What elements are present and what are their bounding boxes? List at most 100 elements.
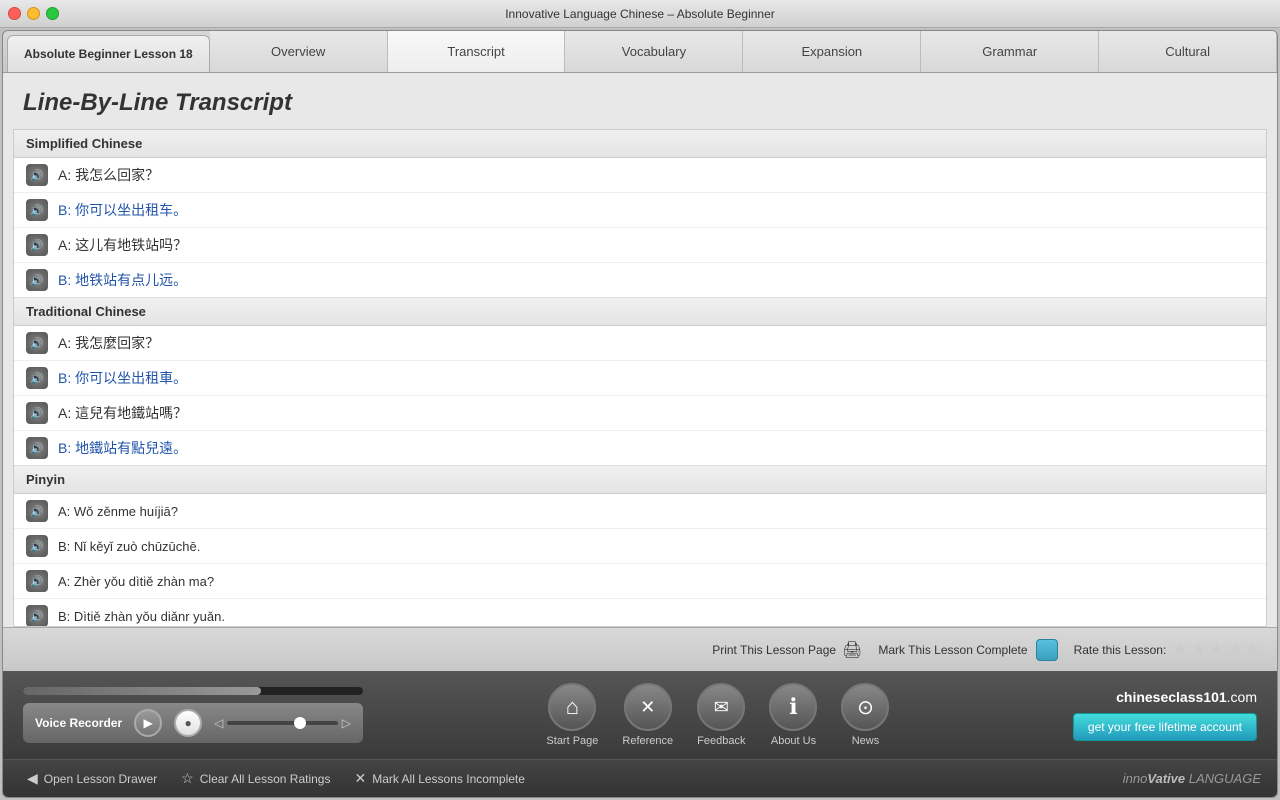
news-label: News [852, 735, 880, 747]
recorder-progress-fill [23, 687, 261, 695]
line-text: B: Dìtiě zhàn yǒu diǎnr yuǎn. [58, 609, 225, 624]
recorder-controls: Voice Recorder ▶ ● ◁ ▷ [23, 703, 363, 743]
audio-play-button[interactable]: 🔊 [26, 500, 48, 522]
volume-low-icon: ◁ [214, 716, 223, 730]
table-row: 🔊 B: 地鐵站有點兒遠。 [14, 431, 1266, 466]
site-name: chineseclass101.com [1116, 689, 1257, 705]
tab-grammar[interactable]: Grammar [921, 31, 1099, 72]
audio-play-button[interactable]: 🔊 [26, 535, 48, 557]
x-icon: ✕ [354, 770, 366, 787]
volume-slider[interactable]: ◁ ▷ [214, 716, 351, 730]
tab-cultural[interactable]: Cultural [1099, 31, 1277, 72]
reference-label: Reference [622, 735, 673, 747]
table-row: 🔊 B: 地铁站有点儿远。 [14, 263, 1266, 298]
news-icon: ⊙ [841, 683, 889, 731]
page-title: Line-By-Line Transcript [3, 73, 1277, 129]
window-title: Innovative Language Chinese – Absolute B… [505, 7, 775, 21]
tab-expansion[interactable]: Expansion [743, 31, 921, 72]
get-account-button[interactable]: get your free lifetime account [1073, 713, 1257, 741]
reference-icon: ✕ [624, 683, 672, 731]
voice-recorder: Voice Recorder ▶ ● ◁ ▷ [23, 687, 363, 743]
line-text: A: Zhèr yǒu dìtiě zhàn ma? [58, 574, 214, 589]
start-page-icon: ⌂ [548, 683, 596, 731]
about-us-label: About Us [771, 735, 816, 747]
nav-icons: ⌂ Start Page ✕ Reference ✉ Feedback ℹ Ab… [546, 683, 889, 747]
star-5[interactable]: ★ [1245, 639, 1261, 660]
recorder-progress-bar [23, 687, 363, 695]
start-page-label: Start Page [546, 735, 598, 747]
audio-play-button[interactable]: 🔊 [26, 402, 48, 424]
audio-play-button[interactable]: 🔊 [26, 570, 48, 592]
print-button[interactable]: Print This Lesson Page 🖨 [712, 640, 862, 660]
lesson-tab[interactable]: Absolute Beginner Lesson 18 [7, 35, 210, 72]
footer-brand: innoVative LANGUAGE [1123, 771, 1261, 786]
line-text: A: Wǒ zěnme huíjiā? [58, 504, 178, 519]
slider-track[interactable] [227, 721, 337, 725]
section-pinyin: Pinyin [14, 466, 1266, 494]
audio-play-button[interactable]: 🔊 [26, 199, 48, 221]
nav-about-us[interactable]: ℹ About Us [769, 683, 817, 747]
tab-bar: Absolute Beginner Lesson 18 Overview Tra… [3, 31, 1277, 73]
table-row: 🔊 A: Zhèr yǒu dìtiě zhàn ma? [14, 564, 1266, 599]
branding: chineseclass101.com get your free lifeti… [1073, 689, 1257, 741]
tab-overview[interactable]: Overview [210, 31, 388, 72]
app-container: Absolute Beginner Lesson 18 Overview Tra… [2, 30, 1278, 798]
line-text: A: 这儿有地铁站吗？ [58, 235, 187, 255]
audio-play-button[interactable]: 🔊 [26, 164, 48, 186]
audio-play-button[interactable]: 🔊 [26, 269, 48, 291]
star-4[interactable]: ★ [1227, 639, 1243, 660]
nav-news[interactable]: ⊙ News [841, 683, 889, 747]
play-button[interactable]: ▶ [134, 709, 162, 737]
print-label: Print This Lesson Page [712, 643, 836, 657]
table-row: 🔊 A: 这儿有地铁站吗？ [14, 228, 1266, 263]
line-text: B: 你可以坐出租车。 [58, 200, 187, 220]
nav-feedback[interactable]: ✉ Feedback [697, 683, 745, 747]
bottom-controls: Print This Lesson Page 🖨 Mark This Lesso… [3, 627, 1277, 671]
mark-complete-button[interactable]: Mark This Lesson Complete [878, 639, 1057, 661]
table-row: 🔊 A: 我怎么回家？ [14, 158, 1266, 193]
audio-play-button[interactable]: 🔊 [26, 234, 48, 256]
star-2[interactable]: ★ [1190, 639, 1206, 660]
nav-reference[interactable]: ✕ Reference [622, 683, 673, 747]
voice-recorder-label: Voice Recorder [35, 716, 122, 730]
table-row: 🔊 A: 我怎麼回家？ [14, 326, 1266, 361]
traffic-lights [8, 7, 59, 20]
line-text: B: 地鐵站有點兒遠。 [58, 438, 187, 458]
star-1[interactable]: ★ [1172, 639, 1188, 660]
feedback-icon: ✉ [697, 683, 745, 731]
mark-all-incomplete-button[interactable]: ✕ Mark All Lessons Incomplete [346, 766, 532, 791]
mark-complete-label: Mark This Lesson Complete [878, 643, 1027, 657]
about-us-icon: ℹ [769, 683, 817, 731]
footer-bar: ◀ Open Lesson Drawer ☆ Clear All Lesson … [3, 759, 1277, 797]
slider-thumb[interactable] [294, 717, 306, 729]
audio-play-button[interactable]: 🔊 [26, 605, 48, 627]
printer-icon: 🖨 [842, 640, 862, 660]
nav-start-page[interactable]: ⌂ Start Page [546, 683, 598, 747]
maximize-button[interactable] [46, 7, 59, 20]
audio-play-button[interactable]: 🔊 [26, 332, 48, 354]
table-row: 🔊 B: 你可以坐出租車。 [14, 361, 1266, 396]
clear-ratings-button[interactable]: ☆ Clear All Lesson Ratings [173, 766, 338, 791]
audio-play-button[interactable]: 🔊 [26, 437, 48, 459]
line-text: A: 我怎麼回家？ [58, 333, 159, 353]
content-area: Line-By-Line Transcript Simplified Chine… [3, 73, 1277, 671]
line-text: B: Nǐ kěyǐ zuò chūzūchē. [58, 539, 200, 554]
minimize-button[interactable] [27, 7, 40, 20]
section-simplified-chinese: Simplified Chinese [14, 130, 1266, 158]
drawer-icon: ◀ [27, 770, 38, 787]
transcript-scroll-area[interactable]: Simplified Chinese 🔊 A: 我怎么回家？ 🔊 B: 你可以坐… [13, 129, 1267, 627]
table-row: 🔊 B: Dìtiě zhàn yǒu diǎnr yuǎn. [14, 599, 1266, 627]
close-button[interactable] [8, 7, 21, 20]
volume-high-icon: ▷ [342, 716, 351, 730]
tab-vocabulary[interactable]: Vocabulary [565, 31, 743, 72]
open-lesson-drawer-button[interactable]: ◀ Open Lesson Drawer [19, 766, 165, 791]
tab-transcript[interactable]: Transcript [388, 31, 566, 72]
star-3[interactable]: ★ [1209, 639, 1225, 660]
complete-checkbox[interactable] [1036, 639, 1058, 661]
table-row: 🔊 A: 這兒有地鐵站嗎？ [14, 396, 1266, 431]
record-button[interactable]: ● [174, 709, 202, 737]
audio-play-button[interactable]: 🔊 [26, 367, 48, 389]
star-rating: ★ ★ ★ ★ ★ [1172, 639, 1261, 660]
line-text: B: 地铁站有点儿远。 [58, 270, 187, 290]
section-traditional-chinese: Traditional Chinese [14, 298, 1266, 326]
